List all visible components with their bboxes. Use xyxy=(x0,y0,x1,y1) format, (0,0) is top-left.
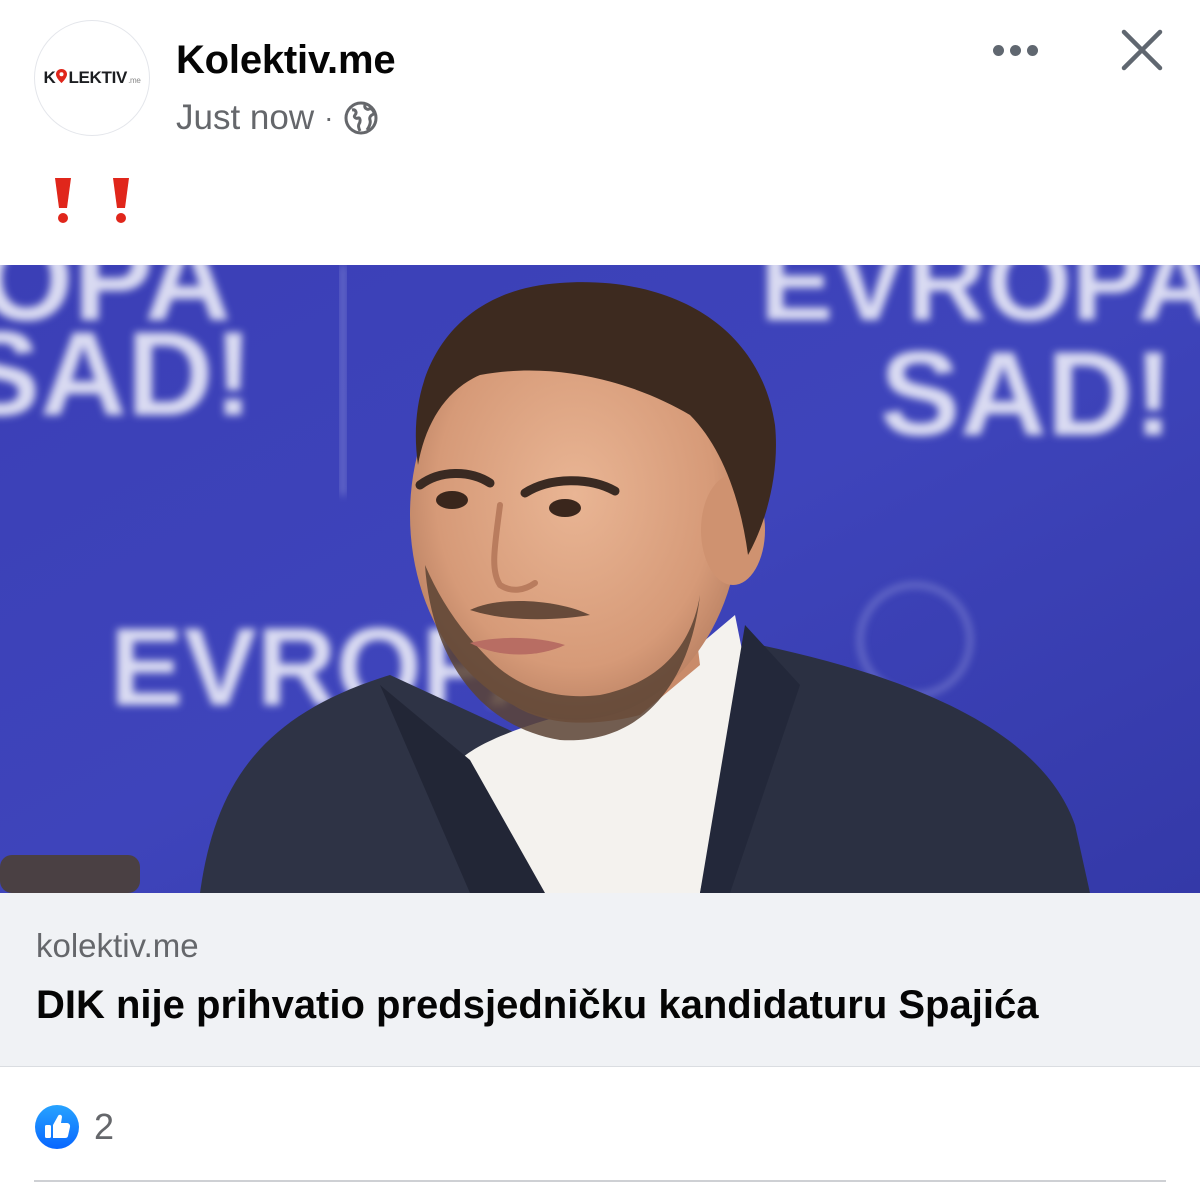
page-name[interactable]: Kolektiv.me xyxy=(176,38,396,83)
globe-icon[interactable] xyxy=(343,100,379,136)
more-dot xyxy=(992,44,1004,56)
reaction-count: 2 xyxy=(94,1106,115,1147)
logo-text-left: K xyxy=(43,68,56,87)
page-avatar[interactable]: K LEKTIV .me xyxy=(34,20,150,136)
reactions-summary[interactable]: 2 xyxy=(34,1104,114,1150)
logo-text-right: LEKTIV xyxy=(68,68,128,87)
link-preview-card[interactable]: kolektiv.me DIK nije prihvatio predsjedn… xyxy=(0,893,1200,1067)
post-timestamp[interactable]: Just now xyxy=(176,98,314,138)
exclamation-icon xyxy=(113,178,129,223)
map-pin-icon xyxy=(56,69,68,83)
more-dot xyxy=(1009,44,1021,56)
close-icon[interactable] xyxy=(1118,26,1166,74)
facebook-post: K LEKTIV .me Kolektiv.me Just now · OPA … xyxy=(0,0,1200,1184)
more-dot xyxy=(1026,44,1038,56)
logo-suffix: .me xyxy=(128,76,141,85)
post-text xyxy=(44,172,140,228)
more-options-button[interactable] xyxy=(985,30,1045,70)
link-title[interactable]: DIK nije prihvatio predsjedničku kandida… xyxy=(36,983,1038,1028)
like-icon xyxy=(35,1105,79,1149)
link-domain: kolektiv.me xyxy=(36,927,199,964)
meta-separator: · xyxy=(324,102,334,133)
exclamation-icon xyxy=(55,178,71,223)
divider xyxy=(34,1180,1166,1182)
news-photo: OPA SAD! EVROPA SAD! EVROPA xyxy=(0,265,1200,893)
kolektiv-logo: K LEKTIV .me xyxy=(43,68,140,88)
post-meta: Just now · xyxy=(176,98,379,138)
link-preview-image[interactable]: OPA SAD! EVROPA SAD! EVROPA xyxy=(0,265,1200,893)
backdrop-text-right-bottom: SAD! xyxy=(880,327,1173,461)
backdrop-text-left: SAD! xyxy=(0,307,253,441)
